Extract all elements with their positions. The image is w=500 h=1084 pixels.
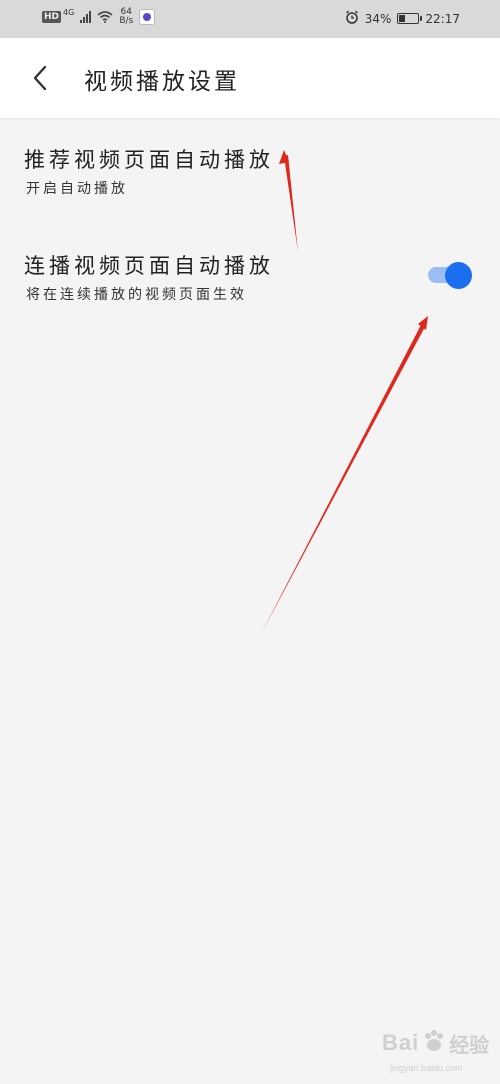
setting-title: 连播视频页面自动播放 — [24, 254, 274, 278]
hd-badge: HD — [42, 11, 62, 23]
setting-title: 推荐视频页面自动播放 — [24, 148, 274, 172]
app-notification-icon — [139, 9, 156, 25]
watermark-url: jingyan.baidu.com — [390, 1063, 463, 1073]
page-header: 视频播放设置 — [0, 38, 500, 118]
status-bar-right: 34% 22:17 — [345, 10, 460, 27]
status-bar: HD 4G 64 B/s 34% 22:17 — [0, 0, 500, 38]
wifi-icon — [97, 11, 113, 23]
annotation-arrow-2 — [260, 321, 427, 636]
status-bar-left: HD 4G 64 B/s — [42, 7, 156, 26]
back-button[interactable] — [24, 60, 56, 96]
continuous-autoplay-toggle[interactable] — [428, 262, 472, 289]
network-speed-unit: B/s — [119, 16, 134, 26]
setting-description: 开启自动播放 — [26, 181, 128, 197]
watermark-suffix: 经验 — [449, 1032, 490, 1057]
network-type: 4G — [63, 7, 75, 17]
battery-level-fill — [399, 15, 406, 22]
paw-icon — [421, 1028, 447, 1058]
setting-recommend-autoplay[interactable]: 推荐视频页面自动播放 开启自动播放 — [0, 118, 500, 208]
page-title: 视频播放设置 — [84, 69, 240, 95]
battery-percent: 34% — [364, 11, 392, 26]
alarm-icon — [345, 10, 359, 27]
setting-description: 将在连续播放的视频页面生效 — [26, 287, 247, 303]
battery-icon — [397, 13, 423, 24]
clock: 22:17 — [425, 11, 460, 26]
watermark-brand: Bai — [382, 1030, 420, 1055]
chevron-left-icon — [33, 65, 47, 91]
setting-continuous-autoplay[interactable]: 连播视频页面自动播放 将在连续播放的视频页面生效 — [0, 220, 500, 320]
signal-icon — [80, 11, 92, 23]
toggle-knob — [445, 262, 472, 289]
network-speed: 64 B/s — [119, 8, 133, 26]
baidu-watermark: Bai 经验 — [382, 1028, 489, 1058]
